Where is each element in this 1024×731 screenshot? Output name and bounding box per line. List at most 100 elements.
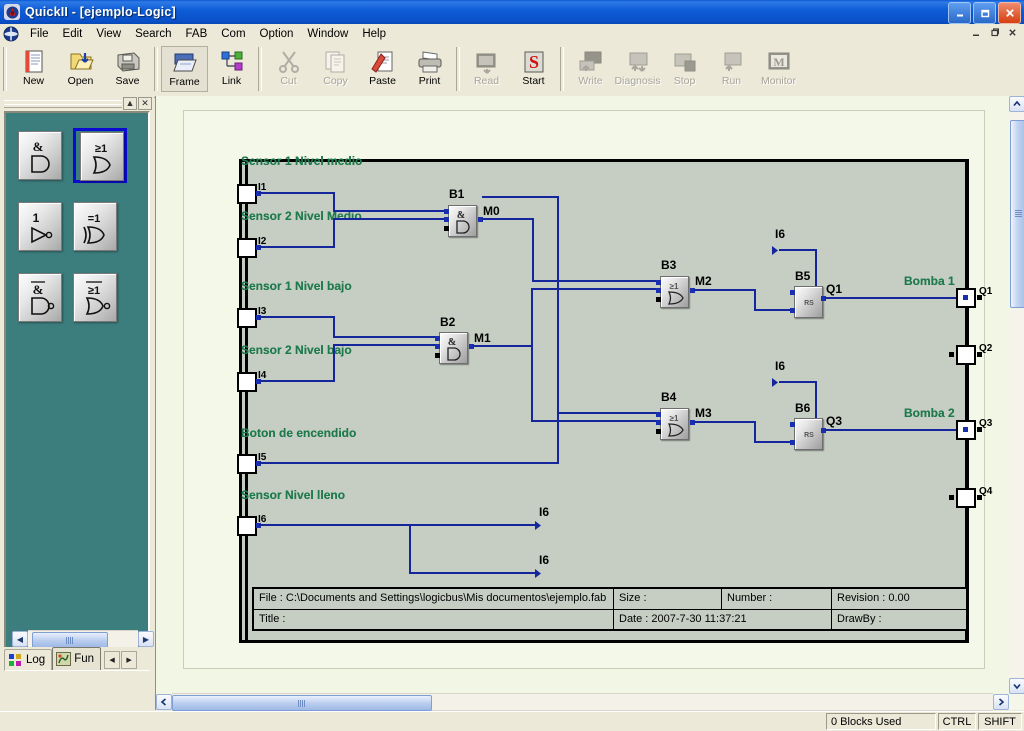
block-B3-input-pin-1	[656, 280, 661, 285]
input-terminal-I1[interactable]	[237, 184, 257, 204]
wire-M2-v	[754, 289, 756, 311]
canvas-horizontal-track[interactable]	[172, 693, 993, 711]
toolbar-button-open[interactable]: Open	[57, 46, 104, 92]
input-terminal-I3[interactable]	[237, 308, 257, 328]
wire-I5-to-B4	[557, 412, 669, 414]
menu-item-search[interactable]: Search	[128, 26, 178, 42]
canvas-scroll-right-button[interactable]	[993, 694, 1009, 710]
toolbar-button-run: Run	[708, 46, 755, 92]
mdi-restore-button[interactable]	[986, 25, 1002, 40]
palette-grip-2	[4, 104, 122, 108]
canvas-scroll-up-button[interactable]	[1009, 96, 1024, 112]
tab-fun[interactable]: Fun	[52, 647, 102, 670]
logic-block-B6[interactable]: RS	[794, 418, 823, 450]
menu-item-help[interactable]: Help	[355, 26, 393, 42]
palette-gate-or[interactable]: ≥1	[73, 128, 127, 183]
connector-out-label-2: I6	[539, 553, 550, 567]
toolbar-button-new[interactable]: New	[10, 46, 57, 92]
mdi-child-controls	[968, 25, 1020, 40]
palette-gate-nor[interactable]: ≥1	[73, 273, 127, 328]
logic-block-B1[interactable]: &	[448, 205, 477, 237]
palette-gate-and[interactable]: &	[18, 131, 72, 186]
input-terminal-I2[interactable]	[237, 238, 257, 258]
block-B4-input-pin-2	[656, 420, 661, 425]
menu-bar: File Edit View Search FAB Com Option Win…	[0, 24, 1024, 45]
toolbar-button-start[interactable]: S Start	[510, 46, 557, 92]
svg-text:&: &	[456, 210, 464, 221]
floppy-disk-icon	[114, 49, 142, 75]
canvas-horizontal-thumb[interactable]	[172, 695, 432, 711]
palette-collapse-button[interactable]: ▲	[123, 96, 137, 110]
toolbar-button-link[interactable]: Link	[208, 46, 255, 92]
canvas-vertical-thumb[interactable]	[1010, 120, 1024, 308]
input-terminal-I4[interactable]	[237, 372, 257, 392]
canvas-vertical-scrollbar[interactable]	[1009, 96, 1024, 694]
wire-I5-v	[557, 196, 559, 464]
palette-scroll-track[interactable]	[28, 630, 138, 648]
nand-gate-icon: &	[18, 273, 62, 322]
wire-I4-to-B2	[333, 344, 443, 346]
palette-gate-xor[interactable]: =1	[73, 202, 127, 257]
svg-text:=1: =1	[88, 213, 101, 225]
status-shift-indicator: SHIFT	[978, 713, 1022, 730]
block-B4-input-pin-1	[656, 412, 661, 417]
toolbar-button-print[interactable]: Print	[406, 46, 453, 92]
palette-scroll-left-button[interactable]: ◀	[12, 631, 28, 647]
block-B2-input-pin-2	[435, 344, 440, 349]
canvas-scroll-down-button[interactable]	[1009, 678, 1024, 694]
output-id-Q4: Q4	[979, 486, 993, 497]
toolbar-label-cut: Cut	[280, 75, 297, 87]
wire-M3-v	[754, 421, 756, 443]
toolbar-label-new: New	[22, 75, 44, 87]
input-terminal-I5[interactable]	[237, 454, 257, 474]
svg-text:&: &	[33, 139, 44, 154]
connector-out-terminal-2[interactable]	[535, 569, 544, 578]
block-B2-input-pin-1	[435, 336, 440, 341]
canvas-horizontal-scrollbar[interactable]	[156, 693, 1009, 711]
palette-gate-nand[interactable]: &	[18, 273, 72, 328]
menu-item-com[interactable]: Com	[214, 26, 252, 42]
input-terminal-I6[interactable]	[237, 516, 257, 536]
tab-next-button[interactable]: ▶	[121, 651, 138, 669]
wire-I3-to-B2	[333, 336, 443, 338]
palette-scroll-thumb[interactable]	[32, 632, 108, 648]
palette-scroll-right-button[interactable]: ▶	[138, 631, 154, 647]
palette-scroll-grip	[66, 636, 74, 644]
toolbar-label-copy: Copy	[323, 75, 348, 87]
menu-item-edit[interactable]: Edit	[56, 26, 90, 42]
canvas-vertical-track[interactable]	[1009, 112, 1024, 678]
menu-item-window[interactable]: Window	[300, 26, 355, 42]
mdi-minimize-button[interactable]	[968, 25, 984, 40]
mdi-close-button[interactable]	[1004, 25, 1020, 40]
output-terminal-Q2[interactable]	[956, 345, 976, 365]
tab-prev-button[interactable]: ◀	[104, 651, 121, 669]
output-label-Q1: Bomba 1	[904, 274, 955, 288]
output-terminal-Q4[interactable]	[956, 488, 976, 508]
palette-close-button[interactable]: ✕	[138, 96, 152, 110]
menu-item-fab[interactable]: FAB	[179, 26, 215, 42]
toolbar-button-frame[interactable]: Frame	[161, 46, 208, 92]
palette-horizontal-scrollbar[interactable]: ◀ ▶	[12, 630, 154, 648]
toolbar-button-paste[interactable]: Paste	[359, 46, 406, 92]
diagram-canvas[interactable]: Sensor 1 Nivel medio I1 Sensor 2 Nivel M…	[156, 96, 1009, 694]
window-title: QuickII - [ejemplo-Logic]	[25, 5, 176, 19]
title-block-row-2: Title : Date : 2007-7-30 11:37:21 DrawBy…	[254, 610, 966, 631]
logic-block-B5[interactable]: RS	[794, 286, 823, 318]
close-button[interactable]	[998, 2, 1021, 24]
menu-item-view[interactable]: View	[89, 26, 128, 42]
canvas-scroll-left-button[interactable]	[156, 694, 172, 710]
palette-gate-not[interactable]: 1	[18, 202, 72, 257]
logic-block-B3[interactable]: ≥1	[660, 276, 689, 308]
toolbar-separator	[560, 47, 564, 91]
minimize-button[interactable]	[948, 2, 971, 24]
wire-M2-h	[694, 289, 756, 291]
menu-item-option[interactable]: Option	[253, 26, 301, 42]
connector-out-terminal-1[interactable]	[535, 521, 544, 530]
maximize-button[interactable]	[973, 2, 996, 24]
logic-block-B4[interactable]: ≥1	[660, 408, 689, 440]
menu-item-file[interactable]: File	[23, 26, 56, 42]
logic-block-B2[interactable]: &	[439, 332, 468, 364]
tab-log[interactable]: Log	[4, 649, 53, 670]
canvas-horizontal-grip	[298, 699, 306, 707]
toolbar-button-save[interactable]: Save	[104, 46, 151, 92]
